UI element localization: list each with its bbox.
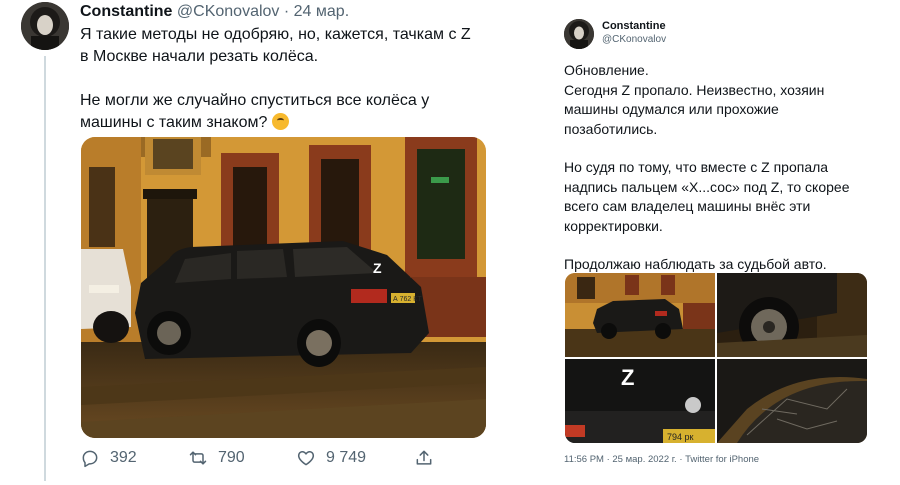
photo-1[interactable] — [565, 273, 715, 357]
share-icon — [416, 450, 432, 465]
license-plate: А 762 КТ — [393, 296, 422, 303]
car-photo-illustration: А 762 КТ Z — [81, 137, 486, 438]
author-handle[interactable]: @CKonovalov — [177, 3, 280, 20]
author-name[interactable]: Constantine — [80, 3, 172, 20]
tweet-photo-grid: Z 794 рк — [565, 273, 867, 443]
tweet-paragraph-2: Но судя по тому, что вместе с Z пропала … — [564, 159, 850, 234]
thread-line — [44, 56, 46, 481]
retweet-icon — [189, 451, 207, 465]
tweet-1: Constantine @CKonovalov · 24 мар. Я таки… — [0, 0, 520, 485]
tweet-paragraph-3: Продолжаю наблюдать за судьбой авто. — [564, 256, 827, 272]
tweet-header: Constantine @CKonovalov · 24 мар. — [80, 3, 349, 21]
reply-icon — [82, 450, 98, 468]
retweet-count: 790 — [218, 449, 245, 466]
avatar[interactable] — [564, 19, 594, 49]
tweet-text: Обновление. Сегодня Z пропало. Неизвестн… — [564, 61, 864, 275]
tweet-photo[interactable]: А 762 КТ Z — [81, 137, 486, 438]
tweet-paragraph: Я такие методы не одобряю, но, кажется, … — [80, 26, 471, 65]
like-action[interactable]: 9 749 — [296, 448, 366, 468]
license-plate: 794 рк — [667, 432, 694, 442]
like-count: 9 749 — [326, 449, 367, 466]
tweet-timestamp[interactable]: 11:56 PM · 25 мар. 2022 г. · Twitter for… — [564, 454, 759, 465]
tweet-date[interactable]: 24 мар. — [294, 3, 349, 20]
author-handle[interactable]: @CKonovalov — [602, 34, 666, 45]
tweet-2: Constantine @CKonovalov Обновление. Сего… — [548, 8, 888, 478]
photo-2[interactable] — [717, 273, 867, 357]
photo-4[interactable] — [717, 359, 867, 443]
tweet-paragraph-2: Не могли же случайно спуститься все колё… — [80, 90, 480, 134]
tweet-paragraph-text: Не могли же случайно спуститься все колё… — [80, 92, 430, 131]
z-letter-sticker: Z — [373, 260, 382, 276]
retweet-action[interactable]: 790 — [188, 448, 245, 468]
thinking-face-emoji-icon — [271, 113, 289, 130]
avatar[interactable] — [21, 2, 69, 50]
heart-icon — [297, 451, 315, 466]
tweet-text: Я такие методы не одобряю, но, кажется, … — [80, 24, 480, 134]
share-action[interactable] — [414, 448, 444, 468]
reply-count: 392 — [110, 449, 137, 466]
separator: · — [283, 3, 290, 20]
tweet-paragraph: Обновление. Сегодня Z пропало. Неизвестн… — [564, 62, 825, 137]
author-name[interactable]: Constantine — [602, 20, 666, 32]
tweet-actions: 392 790 9 749 — [80, 448, 500, 478]
reply-action[interactable]: 392 — [80, 448, 137, 468]
photo-3[interactable]: Z 794 рк — [565, 359, 715, 443]
z-letter-sticker: Z — [621, 365, 634, 390]
